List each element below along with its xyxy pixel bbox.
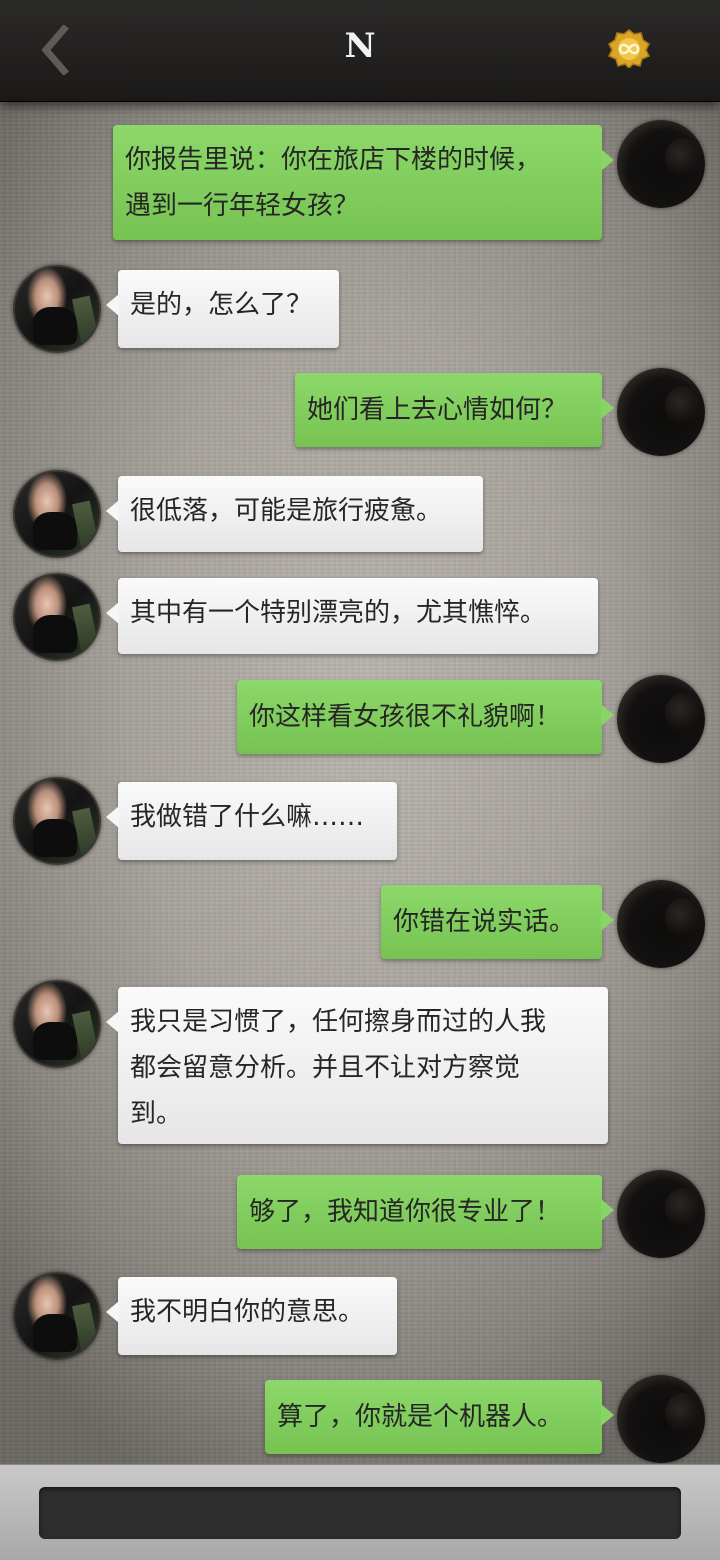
- top-bar: N: [0, 0, 720, 102]
- incoming-message-bubble[interactable]: 其中有一个特别漂亮的，尤其憔悴。: [106, 578, 598, 654]
- outgoing-message-bubble[interactable]: 她们看上去心情如何？: [295, 373, 614, 447]
- user-avatar[interactable]: [617, 880, 705, 968]
- contact-avatar[interactable]: [13, 573, 101, 661]
- user-avatar[interactable]: [617, 120, 705, 208]
- contact-avatar[interactable]: [13, 980, 101, 1068]
- incoming-message-bubble[interactable]: 我只是习惯了，任何擦身而过的人我 都会留意分析。并且不让对方察觉 到。: [106, 987, 608, 1144]
- coin-button[interactable]: [607, 28, 651, 70]
- user-avatar[interactable]: [617, 368, 705, 456]
- outgoing-message-bubble[interactable]: 你报告里说：你在旅店下楼的时候， 遇到一行年轻女孩？: [113, 125, 614, 240]
- outgoing-message-bubble[interactable]: 算了，你就是个机器人。: [265, 1380, 614, 1454]
- outgoing-message-bubble[interactable]: 你这样看女孩很不礼貌啊！: [237, 680, 614, 754]
- input-bar: [0, 1464, 720, 1560]
- user-avatar[interactable]: [617, 675, 705, 763]
- user-avatar[interactable]: [617, 1170, 705, 1258]
- chat-title: N: [344, 26, 376, 66]
- contact-avatar[interactable]: [13, 470, 101, 558]
- message-input[interactable]: [39, 1487, 681, 1539]
- chat-screen: N 你报告里说：你在旅店下楼的时候， 遇到一行年轻女孩？ 是的，怎么了？ 她们看上去…: [0, 0, 720, 1560]
- incoming-message-bubble[interactable]: 很低落，可能是旅行疲惫。: [106, 476, 483, 552]
- user-avatar[interactable]: [617, 1375, 705, 1463]
- outgoing-message-bubble[interactable]: 你错在说实话。: [381, 885, 614, 959]
- back-button[interactable]: [30, 22, 80, 78]
- contact-avatar[interactable]: [13, 777, 101, 865]
- contact-avatar[interactable]: [13, 1272, 101, 1360]
- incoming-message-bubble[interactable]: 我做错了什么嘛……: [106, 782, 397, 860]
- contact-avatar[interactable]: [13, 265, 101, 353]
- infinity-coin-icon: [607, 29, 651, 70]
- outgoing-message-bubble[interactable]: 够了，我知道你很专业了！: [237, 1175, 614, 1249]
- incoming-message-bubble[interactable]: 我不明白你的意思。: [106, 1277, 397, 1355]
- incoming-message-bubble[interactable]: 是的，怎么了？: [106, 270, 339, 348]
- chevron-left-icon: [41, 25, 69, 75]
